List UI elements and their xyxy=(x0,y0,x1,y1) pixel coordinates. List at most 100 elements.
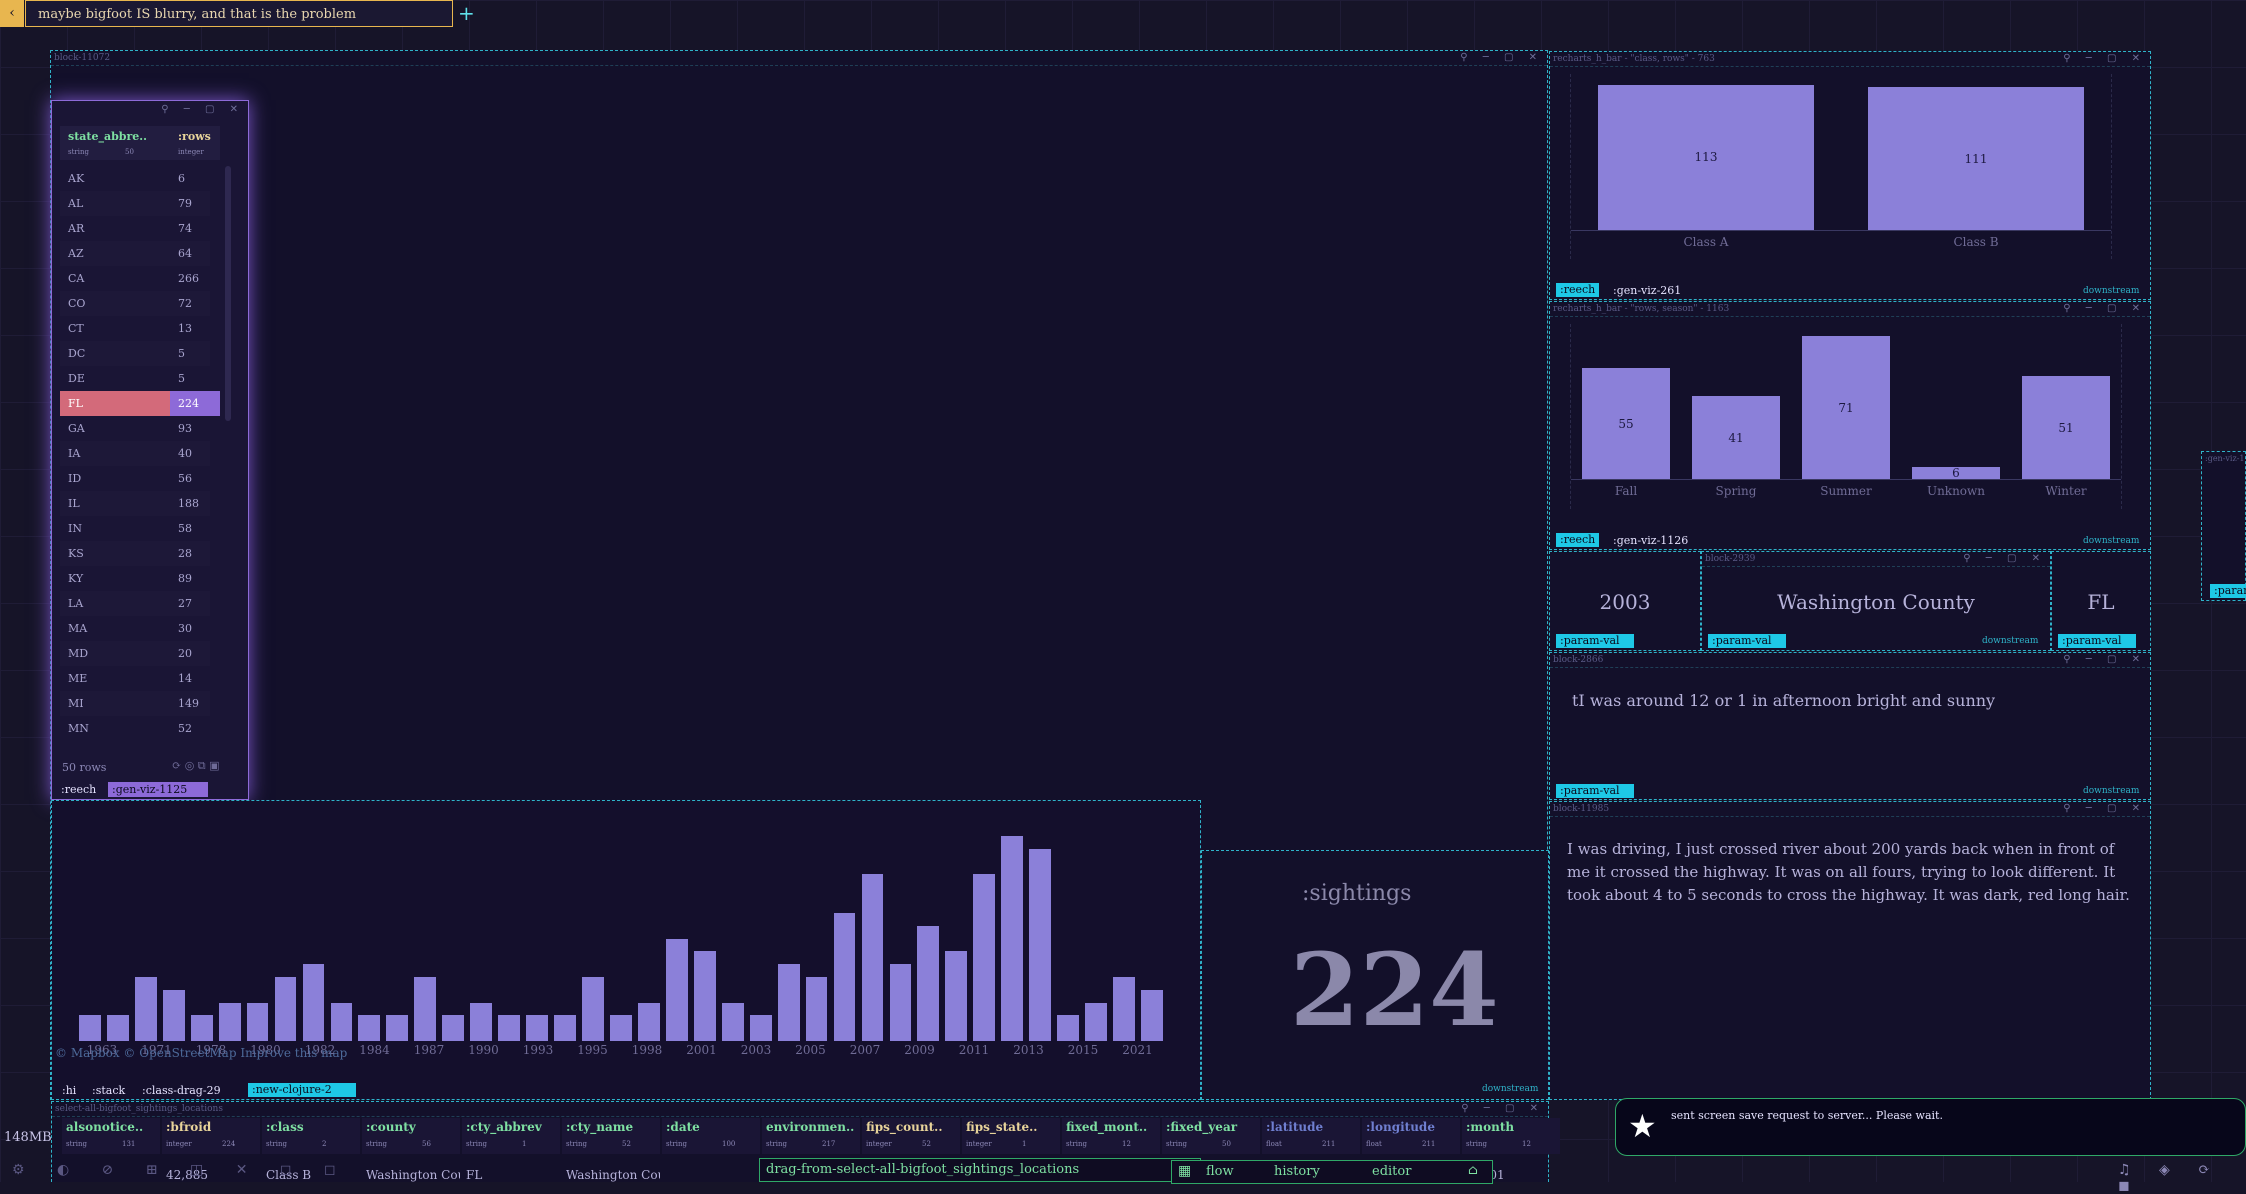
year-bar[interactable] xyxy=(274,976,297,1041)
table-row[interactable]: MN 52 xyxy=(60,716,210,741)
bottom-table-controls-icon[interactable]: ⚲ ─ ▢ ✕ xyxy=(1461,1102,1544,1116)
side-stub-tag[interactable]: :param xyxy=(2210,584,2246,598)
table-row[interactable]: AZ 64 xyxy=(60,241,210,266)
column-header[interactable]: :county string 56 xyxy=(362,1118,460,1154)
table-row[interactable]: CT 13 xyxy=(60,316,210,341)
year-bar[interactable] xyxy=(917,925,940,1041)
class-reech-tag[interactable]: :reech xyxy=(1556,283,1600,297)
back-chevron-icon[interactable]: ‹ xyxy=(0,0,24,27)
lock-icon[interactable]: ⌂ xyxy=(1468,1163,1478,1178)
column-header[interactable]: fips_state.. integer 1 xyxy=(962,1118,1060,1154)
tab-flow[interactable]: flow xyxy=(1206,1164,1234,1179)
window-controls-icon[interactable]: ⚲ ─ ▢ ✕ xyxy=(1460,51,1543,65)
table-row[interactable]: AL 79 xyxy=(60,191,210,216)
grid-icon[interactable]: ▦ xyxy=(1178,1163,1191,1179)
column-header[interactable]: environmen.. string 217 xyxy=(762,1118,860,1154)
year-bar[interactable] xyxy=(554,1015,576,1041)
column-header[interactable]: :latitude float 211 xyxy=(1262,1118,1360,1154)
tag-class-drag[interactable]: :class-drag-29 xyxy=(142,1084,221,1097)
year-bar[interactable] xyxy=(470,1002,493,1041)
class-downstream-link[interactable]: downstream xyxy=(2083,286,2139,296)
add-button[interactable]: + xyxy=(458,1,475,25)
year-bar[interactable] xyxy=(162,989,185,1041)
search-box[interactable]: maybe bigfoot IS blurry, and that is the… xyxy=(25,0,453,27)
col-state-name[interactable]: state_abbre.. xyxy=(68,130,147,143)
table-row[interactable]: AR 74 xyxy=(60,216,210,241)
col-rows-name[interactable]: :rows xyxy=(178,130,211,143)
year-bar[interactable] xyxy=(889,964,912,1041)
year-bar[interactable] xyxy=(1113,976,1135,1041)
table-row[interactable]: KY 89 xyxy=(60,566,210,591)
table-row[interactable]: LA 27 xyxy=(60,591,210,616)
param-block-controls-icon[interactable]: ⚲ ─ ▢ ✕ xyxy=(1963,552,2046,566)
table-row[interactable]: CA 266 xyxy=(60,266,210,291)
obs1-downstream-link[interactable]: downstream xyxy=(2083,786,2139,796)
column-header[interactable]: :fixed_year string 50 xyxy=(1162,1118,1260,1154)
status-icons-left[interactable]: ⚙ ◐ ⊘ ⊞ ◫ ✕ ◻ ◻ xyxy=(12,1162,350,1178)
table-row[interactable]: IA 40 xyxy=(60,441,210,466)
season-chart-controls-icon[interactable]: ⚲ ─ ▢ ✕ xyxy=(2063,302,2146,316)
column-header[interactable]: :longitude float 211 xyxy=(1362,1118,1460,1154)
table-row[interactable]: ID 56 xyxy=(60,466,210,491)
year-bar[interactable] xyxy=(190,1015,213,1041)
scrollbar[interactable] xyxy=(225,166,231,421)
obs1-tag[interactable]: :param-val xyxy=(1556,784,1634,798)
column-header[interactable]: fips_count.. integer 52 xyxy=(862,1118,960,1154)
season-reech-tag[interactable]: :reech xyxy=(1556,533,1600,547)
year-bar[interactable] xyxy=(414,976,437,1041)
table-row[interactable]: AK 6 xyxy=(60,166,210,191)
param-state-tag[interactable]: :param-val xyxy=(2058,634,2136,648)
year-bar[interactable] xyxy=(610,1015,632,1041)
table-row[interactable]: KS 28 xyxy=(60,541,210,566)
year-bar[interactable] xyxy=(777,964,800,1041)
column-header[interactable]: :cty_name string 52 xyxy=(562,1118,660,1154)
obs2-controls-icon[interactable]: ⚲ ─ ▢ ✕ xyxy=(2063,802,2146,816)
year-bar[interactable] xyxy=(1085,1002,1107,1041)
year-bar[interactable] xyxy=(358,1015,381,1041)
class-chart-controls-icon[interactable]: ⚲ ─ ▢ ✕ xyxy=(2063,52,2146,66)
search-input[interactable]: maybe bigfoot IS blurry, and that is the… xyxy=(38,7,356,22)
year-bar[interactable] xyxy=(945,951,968,1041)
table-row[interactable]: IN 58 xyxy=(60,516,210,541)
year-bar[interactable] xyxy=(973,874,996,1041)
year-bar[interactable] xyxy=(526,1015,548,1041)
year-bar[interactable] xyxy=(134,976,157,1041)
state-table-controls-icon[interactable]: ⚲ ─ ▢ ✕ xyxy=(161,104,244,115)
year-bar[interactable] xyxy=(805,976,828,1041)
year-bar[interactable] xyxy=(665,938,688,1041)
table-row[interactable]: DE 5 xyxy=(60,366,210,391)
table-row[interactable]: IL 188 xyxy=(60,491,210,516)
table-row[interactable]: DC 5 xyxy=(60,341,210,366)
table-row[interactable]: FL 224 xyxy=(60,391,220,416)
year-bar[interactable] xyxy=(1029,848,1052,1041)
year-bar[interactable] xyxy=(386,1015,409,1041)
new-clojure-tag[interactable]: :new-clojure-2 xyxy=(248,1083,356,1097)
year-bar[interactable] xyxy=(218,1002,241,1041)
table-row[interactable]: CO 72 xyxy=(60,291,210,316)
tag-hi[interactable]: :hi xyxy=(62,1084,76,1097)
year-bar[interactable] xyxy=(861,874,884,1041)
year-bar[interactable] xyxy=(1001,836,1024,1041)
table-row[interactable]: MA 30 xyxy=(60,616,210,641)
tag-stack[interactable]: :stack xyxy=(92,1084,125,1097)
column-header[interactable]: :month string 12 xyxy=(1462,1118,1560,1154)
year-bar[interactable] xyxy=(246,1002,269,1041)
column-header[interactable]: alsonotice.. string 131 xyxy=(62,1118,160,1154)
season-downstream-link[interactable]: downstream xyxy=(2083,536,2139,546)
table-row[interactable]: ME 14 xyxy=(60,666,210,691)
column-header[interactable]: :class string 2 xyxy=(262,1118,360,1154)
param-county-tag[interactable]: :param-val xyxy=(1708,634,1786,648)
year-bar[interactable] xyxy=(1141,989,1163,1041)
year-bar[interactable] xyxy=(721,1002,744,1041)
obs1-controls-icon[interactable]: ⚲ ─ ▢ ✕ xyxy=(2063,653,2146,667)
table-row[interactable]: MI 149 xyxy=(60,691,210,716)
column-header[interactable]: :date string 100 xyxy=(662,1118,760,1154)
tab-history[interactable]: history xyxy=(1274,1164,1320,1179)
sightings-downstream-link[interactable]: downstream xyxy=(1482,1084,1538,1094)
param-downstream-link[interactable]: downstream xyxy=(1982,636,2038,646)
table-row[interactable]: MD 20 xyxy=(60,641,210,666)
year-bar[interactable] xyxy=(833,912,856,1041)
tab-editor[interactable]: editor xyxy=(1372,1164,1411,1179)
year-bar[interactable] xyxy=(1057,1015,1079,1041)
year-bar[interactable] xyxy=(693,951,716,1041)
